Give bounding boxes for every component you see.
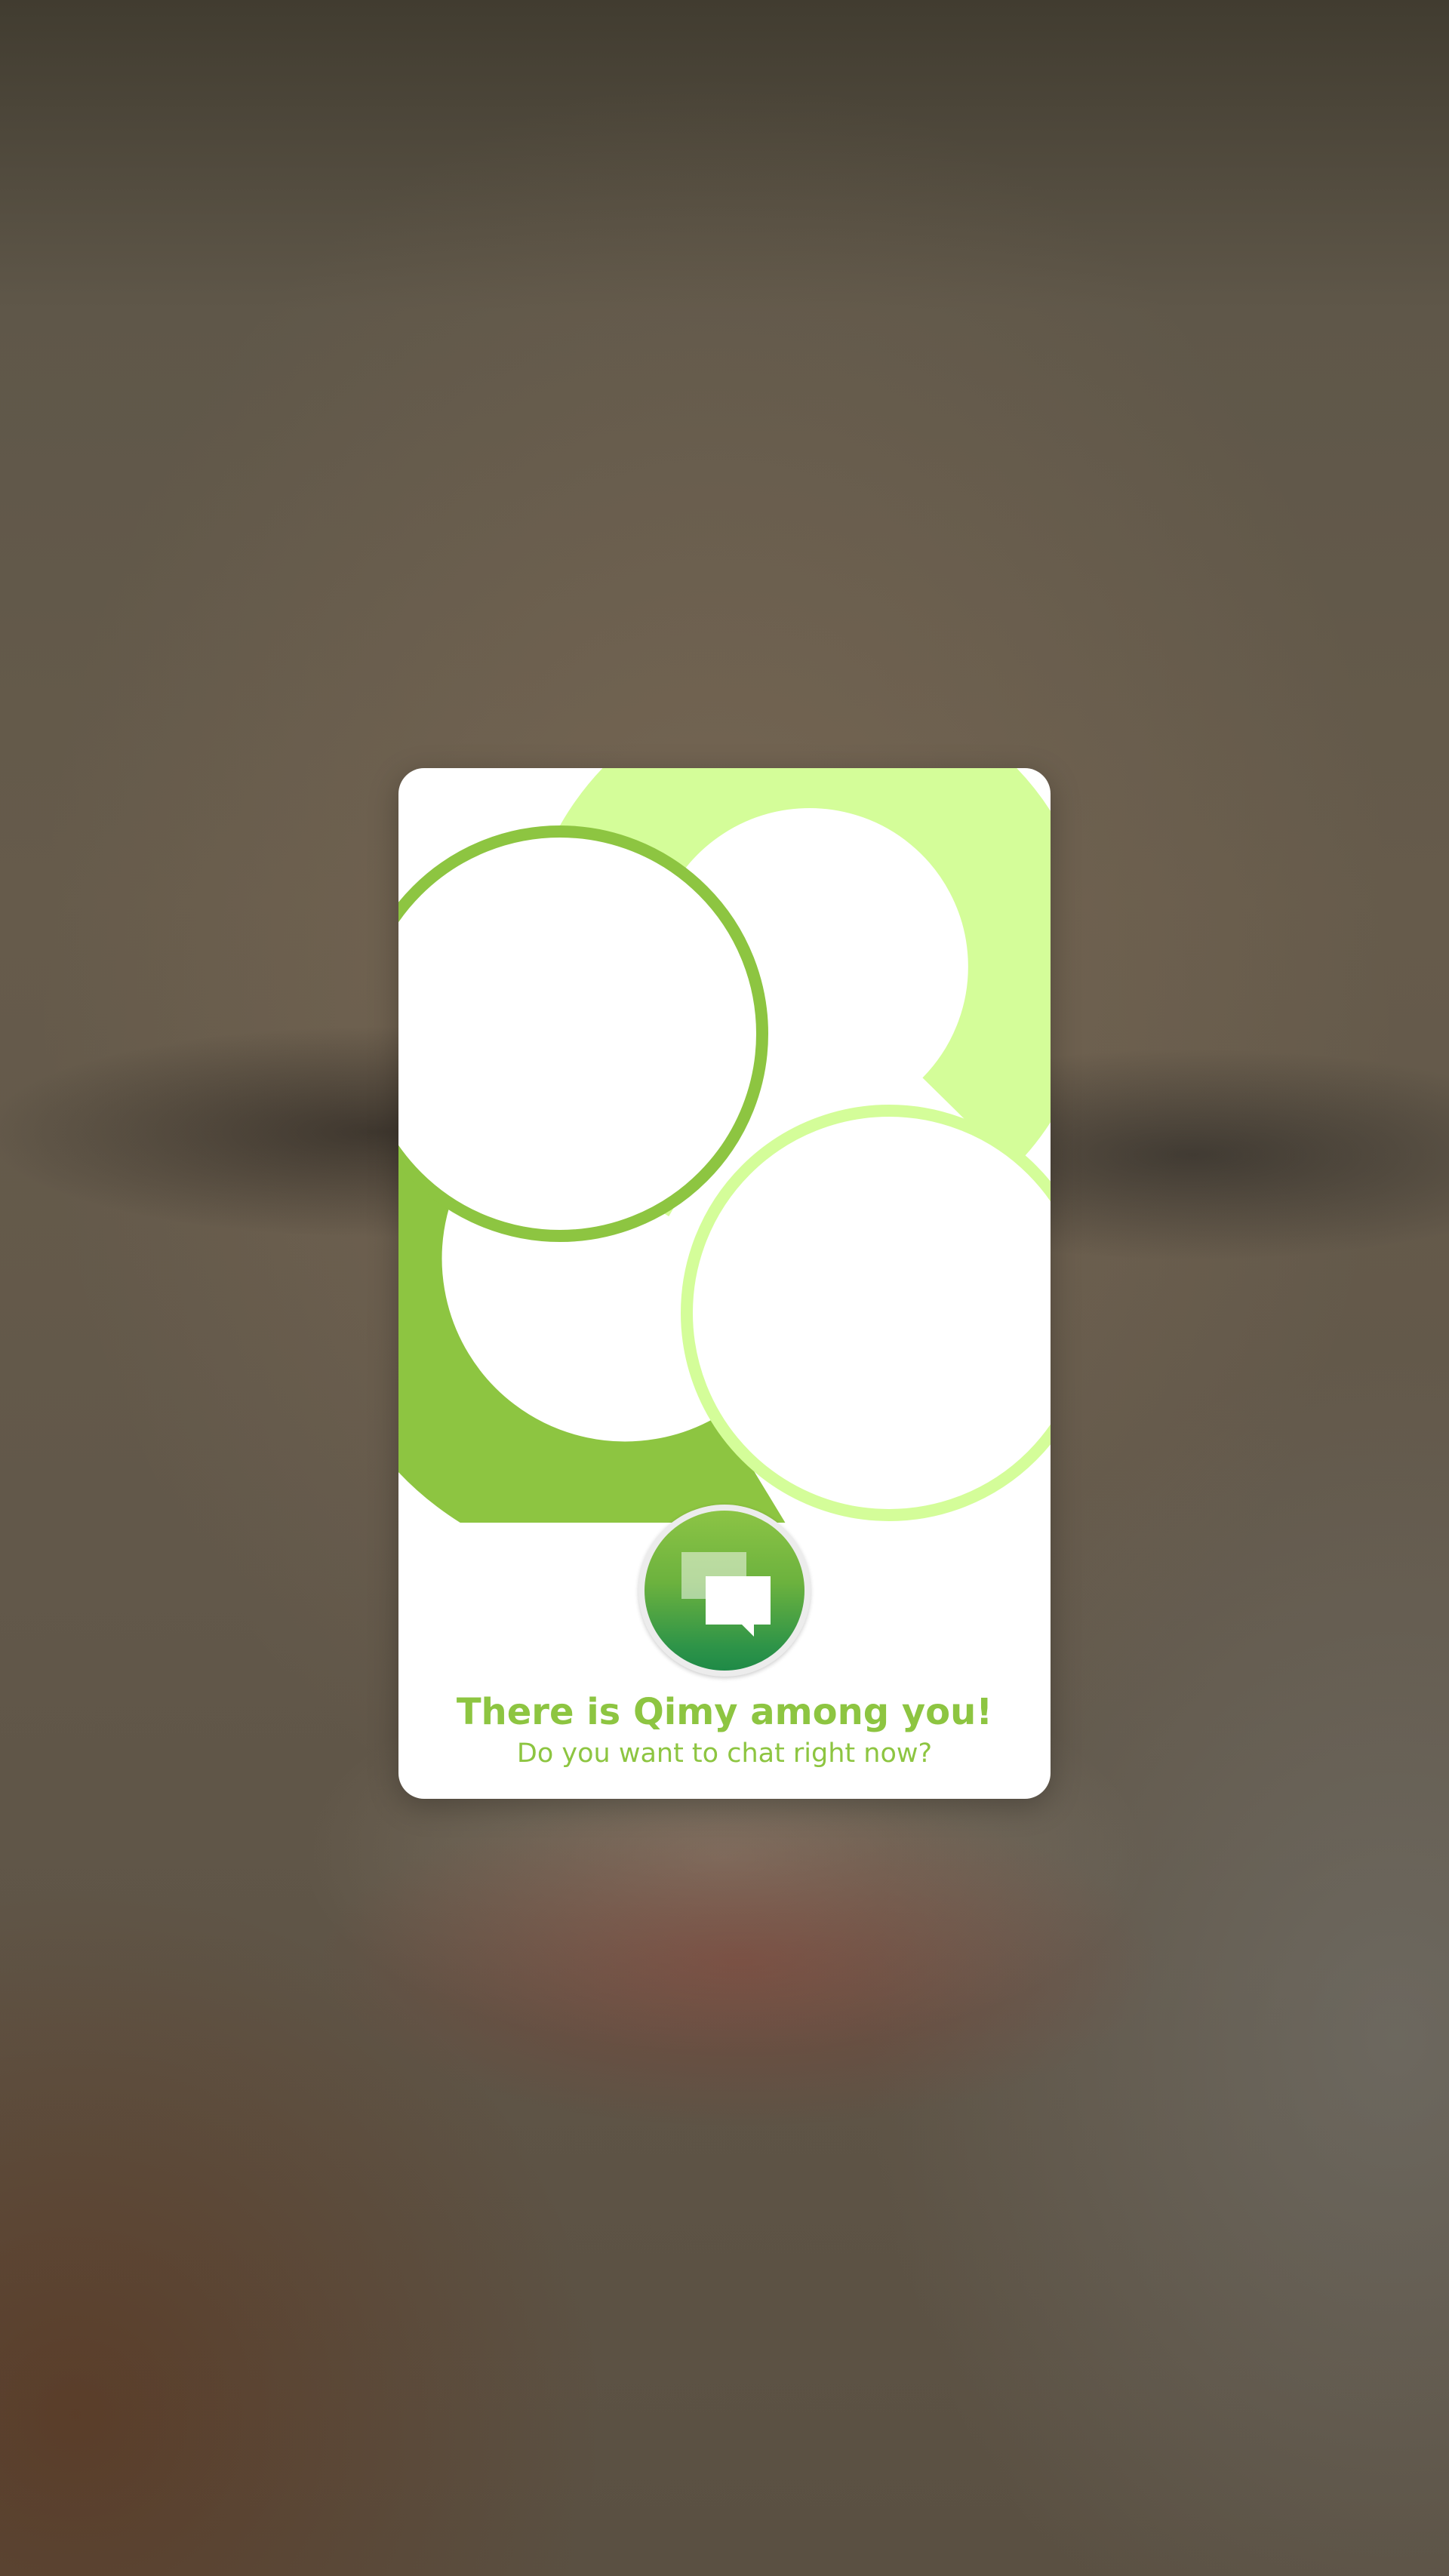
avatar-circle-right [681, 1105, 1051, 1521]
avatar-circle-left [398, 825, 768, 1242]
connection-circles-illustration [398, 768, 1051, 1523]
chat-button-face [645, 1511, 804, 1671]
start-chat-button[interactable] [638, 1505, 811, 1677]
popup-title: There is Qimy among you! [456, 1691, 993, 1733]
screen: There is Qimy among you! Do you want to … [0, 0, 1449, 2576]
qimy-popup-dialog: There is Qimy among you! Do you want to … [398, 768, 1051, 1799]
chat-bubbles-icon [681, 1552, 771, 1637]
popup-subtitle: Do you want to chat right now? [516, 1738, 933, 1769]
